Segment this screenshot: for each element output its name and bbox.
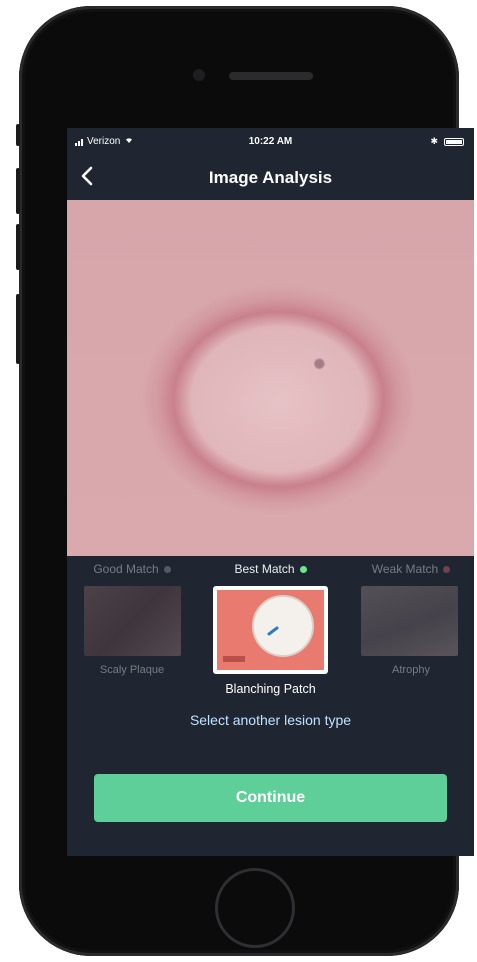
lesion-thumbnail	[361, 586, 458, 656]
navigation-bar: Image Analysis	[67, 156, 474, 200]
continue-button[interactable]: Continue	[94, 774, 447, 822]
select-another-lesion-link[interactable]: Select another lesion type	[67, 712, 474, 728]
phone-frame: Verizon 10:22 AM ✱ Image Analysis Good M…	[16, 6, 474, 956]
best-match-frame	[213, 586, 328, 674]
lesion-type-label: Blanching Patch	[225, 682, 316, 696]
match-indicator-dot	[443, 565, 451, 573]
match-strength-label: Best Match	[234, 562, 295, 576]
lesion-match-carousel: Good Match Scaly Plaque Best Match Blanc…	[67, 556, 474, 726]
volume-up-button	[16, 168, 20, 214]
lesion-type-label: Atrophy	[392, 664, 430, 676]
volume-down-button	[16, 224, 20, 270]
lesion-thumbnail	[217, 590, 324, 670]
page-title: Image Analysis	[208, 168, 333, 187]
front-camera	[193, 69, 205, 81]
match-header-right: Weak Match	[356, 562, 466, 576]
battery-icon	[444, 137, 464, 146]
match-header-best: Best Match	[213, 562, 328, 576]
bluetooth-icon: ✱	[430, 136, 438, 146]
power-button	[16, 294, 20, 364]
mute-switch	[16, 124, 20, 146]
match-card-right[interactable]: Weak Match Atrophy	[356, 562, 466, 692]
status-bar: Verizon 10:22 AM ✱	[67, 128, 474, 154]
clock: 10:22 AM	[248, 136, 293, 147]
earpiece-speaker	[229, 72, 313, 80]
home-button[interactable]	[215, 868, 295, 948]
status-right: ✱	[430, 136, 464, 147]
match-indicator-dot	[299, 565, 307, 573]
match-strength-label: Weak Match	[371, 562, 439, 576]
app-screen: Verizon 10:22 AM ✱ Image Analysis Good M…	[67, 128, 474, 856]
analyzed-skin-photo	[67, 200, 474, 556]
